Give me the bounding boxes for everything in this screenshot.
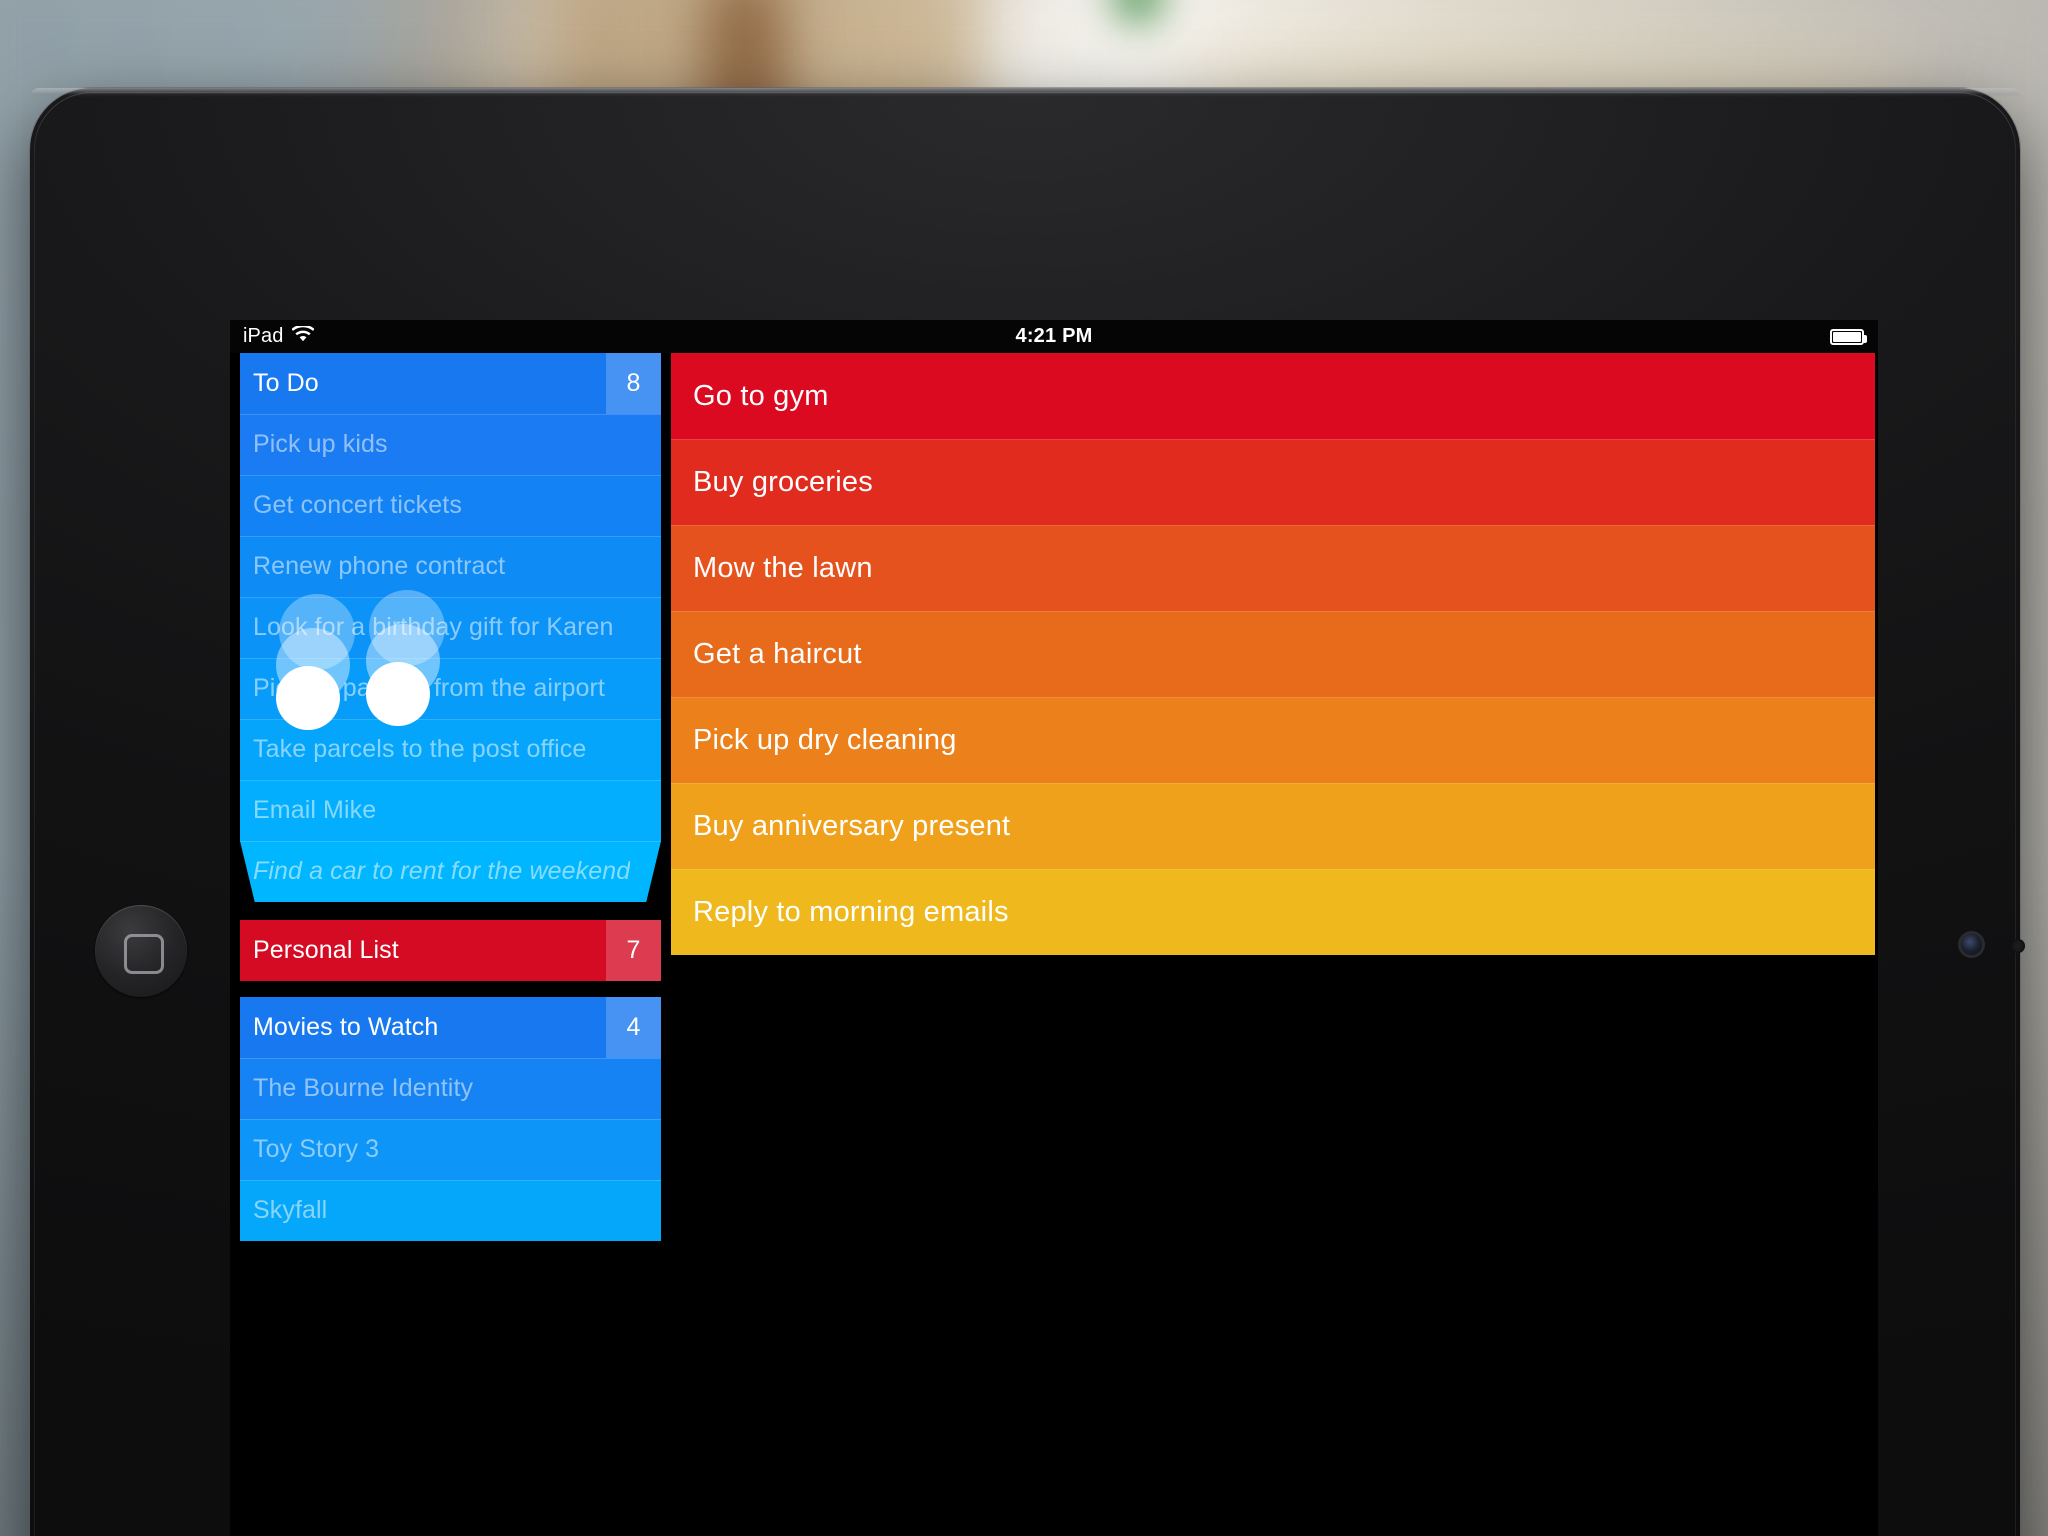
list-item-label: Take parcels to the post office	[253, 735, 587, 763]
home-button-square-icon	[124, 934, 164, 974]
sidebar-item-to-do[interactable]: To Do 8	[240, 353, 661, 414]
task-label: Mow the lawn	[693, 551, 873, 584]
screenshot-stage: iPad 4:21 PM To Do 8 Pick up kids Get co…	[0, 0, 2048, 1536]
list-item-label: Renew phone contract	[253, 552, 506, 580]
task-row[interactable]: Buy anniversary present	[671, 783, 1875, 869]
list-item-label: Find a car to rent for the weekend	[253, 857, 631, 885]
task-label: Pick up dry cleaning	[693, 723, 957, 756]
list-item[interactable]: Toy Story 3	[240, 1119, 661, 1180]
task-label: Buy anniversary present	[693, 809, 1011, 842]
list-title: Personal List	[253, 936, 399, 964]
list-item[interactable]: Skyfall	[240, 1180, 661, 1241]
list-item[interactable]: Email Mike	[240, 780, 661, 841]
list-item-label: Email Mike	[253, 796, 377, 824]
detail-task-panel: Go to gym Buy groceries Mow the lawn Get a …	[671, 353, 1878, 1536]
sidebar-lists-panel: To Do 8 Pick up kids Get concert tickets Ren…	[230, 353, 671, 1536]
list-item-label: Pick up parents from the airport	[253, 674, 605, 702]
list-group-personal-list: Personal List 7	[240, 920, 661, 981]
front-camera-icon	[1961, 934, 1982, 955]
list-item-label: Pick up kids	[253, 430, 388, 458]
list-item[interactable]: Pick up parents from the airport	[240, 658, 661, 719]
list-group-to-do: To Do 8 Pick up kids Get concert tickets Ren…	[240, 353, 661, 902]
ambient-light-sensor-icon	[2011, 939, 2025, 953]
task-label: Go to gym	[693, 379, 829, 412]
list-item[interactable]: Renew phone contract	[240, 536, 661, 597]
list-item-label: Get concert tickets	[253, 491, 462, 519]
task-label: Buy groceries	[693, 465, 873, 498]
battery-full-icon	[1830, 328, 1867, 345]
list-item[interactable]: Get concert tickets	[240, 475, 661, 536]
list-item-label: Toy Story 3	[253, 1135, 380, 1163]
task-row[interactable]: Go to gym	[671, 353, 1875, 439]
home-button[interactable]	[95, 905, 187, 997]
list-count-badge: 8	[606, 353, 661, 414]
status-bar: iPad 4:21 PM	[230, 320, 1878, 353]
list-item-label: The Bourne Identity	[253, 1074, 474, 1102]
task-row[interactable]: Buy groceries	[671, 439, 1875, 525]
app-body: To Do 8 Pick up kids Get concert tickets Ren…	[230, 353, 1878, 1536]
task-label: Get a haircut	[693, 637, 862, 670]
list-title: To Do	[253, 369, 319, 397]
sidebar-item-movies-to-watch[interactable]: Movies to Watch 4	[240, 997, 661, 1058]
status-bar-right	[1830, 328, 1867, 345]
ipad-screen: iPad 4:21 PM To Do 8 Pick up kids Get co…	[230, 320, 1878, 1536]
list-item[interactable]: Look for a birthday gift for Karen	[240, 597, 661, 658]
ipad-device: iPad 4:21 PM To Do 8 Pick up kids Get co…	[30, 88, 2025, 1536]
task-row[interactable]: Mow the lawn	[671, 525, 1875, 611]
task-row[interactable]: Get a haircut	[671, 611, 1875, 697]
task-row[interactable]: Pick up dry cleaning	[671, 697, 1875, 783]
list-group-movies-to-watch: Movies to Watch 4 The Bourne Identity Toy S…	[240, 997, 661, 1241]
list-item[interactable]: Take parcels to the post office	[240, 719, 661, 780]
list-item[interactable]: Pick up kids	[240, 414, 661, 475]
list-count-badge: 4	[606, 997, 661, 1058]
sidebar-item-personal-list[interactable]: Personal List 7	[240, 920, 661, 981]
task-label: Reply to morning emails	[693, 895, 1009, 928]
task-row[interactable]: Reply to morning emails	[671, 869, 1875, 955]
list-count-badge: 7	[606, 920, 661, 981]
list-item-label: Skyfall	[253, 1196, 328, 1224]
list-item[interactable]: Find a car to rent for the weekend	[240, 841, 661, 902]
status-bar-clock: 4:21 PM	[1015, 325, 1093, 347]
list-title: Movies to Watch	[253, 1013, 439, 1041]
list-item-label: Look for a birthday gift for Karen	[253, 613, 614, 641]
list-item[interactable]: The Bourne Identity	[240, 1058, 661, 1119]
